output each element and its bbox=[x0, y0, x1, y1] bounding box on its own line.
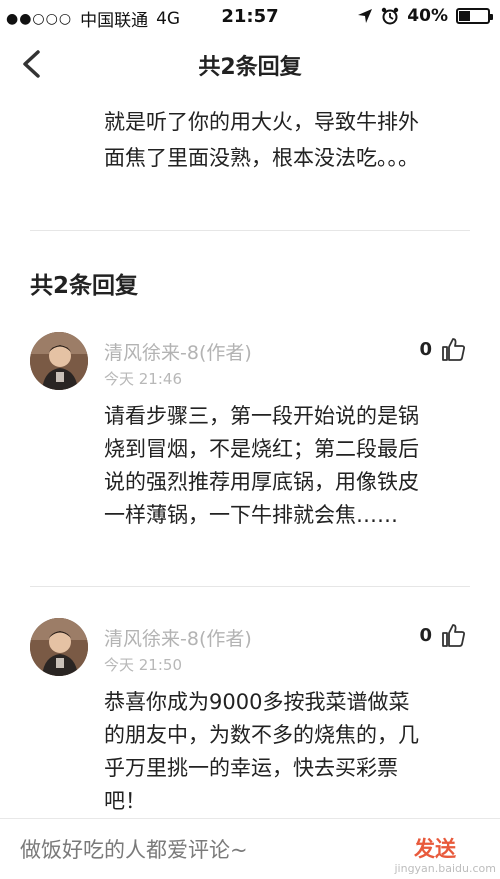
reply-text: 恭喜你成为9000多按我菜谱做菜的朋友中，为数不多的烧焦的，几乎万里挑一的幸运，… bbox=[104, 690, 419, 813]
like-count: 0 bbox=[419, 624, 432, 646]
like-button[interactable]: 0 bbox=[419, 622, 466, 648]
status-right: 40% bbox=[357, 6, 493, 26]
thumbs-up-icon bbox=[442, 338, 465, 361]
like-button[interactable]: 0 bbox=[419, 336, 466, 362]
reply-author[interactable]: 清风徐来-8(作者) bbox=[104, 338, 252, 365]
alarm-clock-icon bbox=[382, 7, 399, 25]
avatar[interactable] bbox=[30, 618, 88, 676]
comment-input[interactable] bbox=[18, 829, 372, 871]
watermark: jingyan.baidu.com bbox=[394, 862, 496, 875]
comment-bar: 发送 jingyan.baidu.com bbox=[0, 818, 500, 879]
reply-time: 今天 21:50 bbox=[104, 656, 182, 674]
avatar-image bbox=[30, 618, 88, 676]
send-button[interactable]: 发送 bbox=[414, 833, 456, 863]
reply-text: 请看步骤三，第一段开始说的是锅烧到冒烟，不是烧红；第二段最后说的强烈推荐用厚底锅… bbox=[104, 404, 419, 527]
reply-author[interactable]: 清风徐来-8(作者) bbox=[104, 624, 252, 651]
thumbs-up-icon bbox=[442, 624, 465, 647]
divider bbox=[30, 230, 470, 231]
original-comment-text: 就是听了你的用大火，导致牛排外面焦了里面没熟，根本没法吃。。。 bbox=[104, 110, 419, 170]
page-title: 共2条回复 bbox=[198, 55, 302, 80]
battery-fill bbox=[459, 11, 470, 21]
divider bbox=[30, 586, 470, 587]
battery-percent: 40% bbox=[407, 6, 448, 26]
location-arrow-icon bbox=[358, 9, 373, 23]
avatar[interactable] bbox=[30, 332, 88, 390]
battery-icon bbox=[456, 8, 493, 24]
like-count: 0 bbox=[419, 338, 432, 360]
status-bar: ●●○○○ 中国联通 4G 21:57 40% bbox=[0, 0, 500, 34]
reply-time: 今天 21:46 bbox=[104, 370, 182, 388]
replies-count-heading: 共2条回复 bbox=[30, 273, 139, 299]
avatar-image bbox=[30, 332, 88, 390]
nav-bar: 共2条回复 bbox=[0, 34, 500, 98]
